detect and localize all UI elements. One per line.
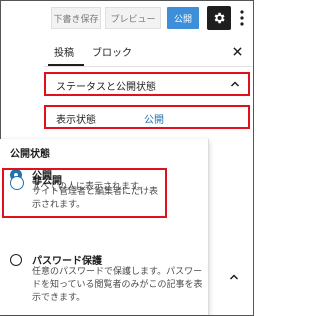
publish-button[interactable]: 公開 [167, 7, 199, 29]
tab-post[interactable]: 投稿 [54, 38, 74, 64]
tab-block[interactable]: ブロック [92, 38, 132, 64]
visibility-toggle-link[interactable]: 公開 [144, 111, 164, 126]
editor-toolbar: 下書き保存 プレビュー 公開 [1, 1, 253, 37]
preview-button[interactable]: プレビュー [105, 7, 161, 29]
option-private[interactable]: 非公開 サイト管理者と編集者にだけ表示されます。 [2, 168, 167, 218]
sidebar-tabs: 投稿 ブロック [44, 38, 252, 66]
radio-private[interactable] [10, 176, 24, 190]
close-icon [232, 46, 242, 56]
radio-password[interactable] [10, 254, 22, 266]
popover-title: 公開状態 [10, 149, 50, 160]
option-label: パスワード保護 [32, 256, 102, 267]
chevron-up-icon[interactable] [229, 272, 239, 282]
visibility-row: 表示状態 公開 [44, 105, 250, 129]
chevron-up-icon [230, 81, 240, 87]
vertical-ellipsis-icon [240, 10, 244, 26]
option-description: サイト管理者と編集者にだけ表示されます。 [32, 187, 159, 210]
settings-button[interactable] [207, 6, 231, 30]
save-draft-button[interactable]: 下書き保存 [51, 7, 101, 29]
option-label: 非公開 [32, 176, 62, 187]
panel-title: ステータスと公開状態 [56, 82, 156, 93]
option-description: 任意のパスワードで保護します。パスワードを知っている閲覧者のみがこの記事を表示で… [32, 267, 203, 303]
status-visibility-panel-toggle[interactable]: ステータスと公開状態 [44, 72, 250, 96]
visibility-label: 表示状態 [56, 115, 96, 126]
close-sidebar-button[interactable] [230, 44, 244, 58]
more-options-button[interactable] [237, 8, 247, 28]
divider [44, 66, 252, 67]
gear-icon [214, 12, 225, 24]
